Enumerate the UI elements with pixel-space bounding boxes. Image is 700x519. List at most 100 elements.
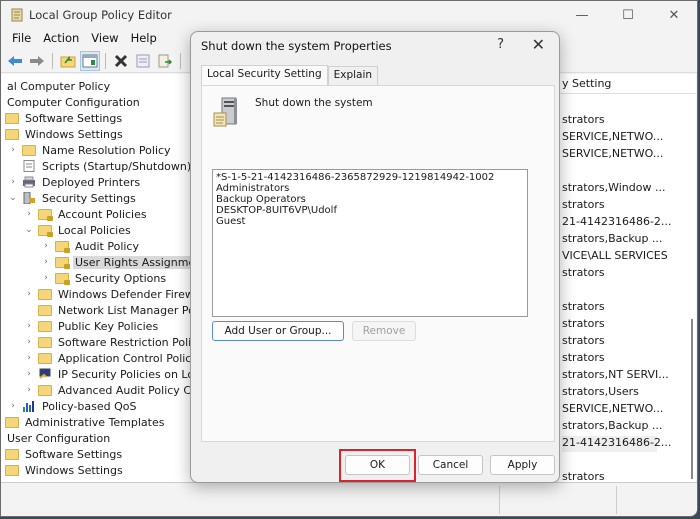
dialog-close-button[interactable]: ✕	[532, 35, 545, 54]
menu-file[interactable]: File	[6, 29, 37, 49]
ok-button-highlight-annotation	[339, 449, 416, 482]
chevron-right-icon[interactable]: ›	[7, 145, 19, 155]
policy-row-setting[interactable]: VICE\ALL SERVICES	[562, 249, 668, 265]
tree-item[interactable]: ⌄ Local Policies	[25, 222, 133, 238]
delete-button[interactable]	[111, 51, 131, 71]
policy-row-setting[interactable]: strators	[562, 113, 605, 129]
chevron-down-icon[interactable]: ⌄	[7, 193, 19, 203]
policy-row-setting[interactable]: strators,NT SERVI...	[562, 368, 669, 384]
close-window-button[interactable]: ✕	[651, 1, 697, 29]
policy-row-setting[interactable]: strators,Backup ...	[562, 232, 662, 248]
server-policy-icon	[213, 97, 237, 127]
policy-row-setting[interactable]: strators	[562, 317, 605, 333]
tree-item[interactable]: › Advanced Audit Policy Confi	[27, 382, 196, 398]
back-button[interactable]	[5, 51, 25, 71]
printer-icon	[22, 176, 40, 188]
member-item[interactable]: DESKTOP-8UIT6VP\Udolf	[216, 205, 524, 216]
tree-item-label: Windows Settings	[25, 463, 123, 477]
tree-item[interactable]: User Configuration	[5, 430, 112, 446]
tree-item[interactable]: › Deployed Printers	[11, 174, 142, 190]
chevron-right-icon[interactable]: ›	[40, 273, 52, 283]
chevron-right-icon[interactable]: ›	[23, 337, 35, 347]
chevron-right-icon[interactable]: ›	[40, 257, 52, 267]
tree-item[interactable]: › Application Control Policies	[27, 350, 196, 366]
policy-row-setting[interactable]: strators,Window ...	[562, 181, 665, 197]
tree-item[interactable]: › Audit Policy	[44, 238, 141, 254]
policy-row-setting[interactable]: strators	[562, 266, 605, 282]
tree-item-label: Name Resolution Policy	[42, 143, 171, 157]
console-tree-icon	[82, 54, 98, 67]
maximize-icon: ☐	[622, 7, 634, 23]
forward-button[interactable]	[27, 51, 47, 71]
tree-item[interactable]: Software Settings	[5, 110, 124, 126]
chevron-right-icon[interactable]: ›	[23, 321, 35, 331]
chevron-right-icon[interactable]: ›	[23, 353, 35, 363]
tree-item-label: User Rights Assignment	[73, 255, 196, 269]
tree-item[interactable]: › Security Options	[44, 270, 168, 286]
tree-item[interactable]: › Public Key Policies	[27, 318, 160, 334]
tree-item[interactable]: Windows Settings	[5, 126, 125, 142]
folder-icon	[22, 144, 36, 156]
chevron-right-icon[interactable]: ›	[23, 385, 35, 395]
export-list-button[interactable]	[155, 51, 175, 71]
member-item[interactable]: Backup Operators	[216, 194, 524, 205]
policy-row-setting[interactable]: strators	[562, 351, 605, 367]
tree-item[interactable]: › Policy-based QoS	[11, 398, 139, 414]
policy-row-setting[interactable]: strators,Users	[562, 385, 639, 401]
policy-row-setting[interactable]: strators	[562, 198, 605, 214]
add-user-or-group-button[interactable]: Add User or Group...	[212, 321, 344, 341]
dialog-help-button[interactable]: ?	[497, 37, 504, 52]
show-hide-tree-button[interactable]	[80, 50, 100, 71]
member-item[interactable]: Guest	[216, 216, 524, 227]
tree-item[interactable]: Software Settings	[5, 446, 124, 462]
policy-row-setting[interactable]: strators,Backup ...	[562, 419, 662, 435]
policy-row-setting[interactable]: 21-4142316486-2...	[562, 215, 671, 231]
cancel-button[interactable]: Cancel	[418, 455, 483, 475]
chevron-right-icon[interactable]: ›	[23, 369, 35, 379]
chevron-right-icon[interactable]: ›	[23, 289, 35, 299]
members-listbox[interactable]: *S-1-5-21-4142316486-2365872929-12198149…	[212, 169, 528, 317]
details-vertical-scrollbar[interactable]	[691, 319, 693, 479]
member-item[interactable]: *S-1-5-21-4142316486-2365872929-12198149…	[216, 172, 524, 183]
properties-button[interactable]	[133, 51, 153, 71]
policy-row-setting[interactable]: SERVICE,NETWO...	[562, 147, 663, 163]
tab-local-security-setting[interactable]: Local Security Setting	[201, 65, 328, 85]
remove-button[interactable]: Remove	[352, 321, 416, 341]
chevron-down-icon[interactable]: ⌄	[23, 225, 35, 235]
up-one-level-button[interactable]	[58, 51, 78, 71]
policy-row-setting[interactable]: strators	[562, 334, 605, 350]
tree-item[interactable]: Computer Configuration	[5, 94, 142, 110]
minimize-button[interactable]: —	[559, 1, 605, 29]
tree-item[interactable]: al Computer Policy	[5, 78, 112, 94]
tree-item[interactable]: Network List Manager Policie	[38, 302, 196, 318]
tree-item[interactable]: › Account Policies	[27, 206, 149, 222]
chevron-right-icon[interactable]: ›	[23, 209, 35, 219]
tree-item[interactable]: › IP Security Policies on Local	[27, 366, 196, 382]
menu-action[interactable]: Action	[37, 29, 85, 49]
tree-item[interactable]: ›Software Restriction Policies	[27, 334, 196, 350]
menu-view[interactable]: View	[85, 29, 124, 49]
tree-item-label: Software Settings	[25, 447, 123, 461]
policy-row-setting[interactable]: SERVICE,NETWO...	[562, 130, 663, 146]
chevron-right-icon[interactable]: ›	[40, 241, 52, 251]
policy-row-setting[interactable]: 21-4142316486-2...	[562, 436, 671, 452]
member-item[interactable]: Administrators	[216, 183, 524, 194]
chevron-right-icon[interactable]: ›	[7, 401, 19, 411]
tree-item-label: Scripts (Startup/Shutdown)	[42, 159, 192, 173]
maximize-button[interactable]: ☐	[605, 1, 651, 29]
tree-item[interactable]: › Name Resolution Policy	[11, 142, 173, 158]
policy-name: Shut down the system	[255, 97, 373, 109]
tree-item[interactable]: Administrative Templates	[5, 414, 167, 430]
apply-button[interactable]: Apply	[490, 455, 555, 475]
tab-explain[interactable]: Explain	[327, 66, 379, 85]
tree-item[interactable]: ›Windows Defender Firewall v	[27, 286, 196, 302]
policy-row-setting[interactable]: SERVICE,NETWO...	[562, 402, 663, 418]
tree-item[interactable]: ⌄ Security Settings	[9, 190, 138, 206]
chevron-right-icon[interactable]: ›	[7, 177, 19, 187]
menu-help[interactable]: Help	[125, 29, 163, 49]
column-header-security-setting[interactable]: y Setting	[562, 77, 611, 93]
tree-item[interactable]: › User Rights Assignment	[44, 254, 196, 270]
tree-item[interactable]: Windows Settings	[5, 462, 125, 478]
tree-item[interactable]: Scripts (Startup/Shutdown)	[22, 158, 193, 174]
policy-row-setting[interactable]: strators	[562, 300, 605, 316]
